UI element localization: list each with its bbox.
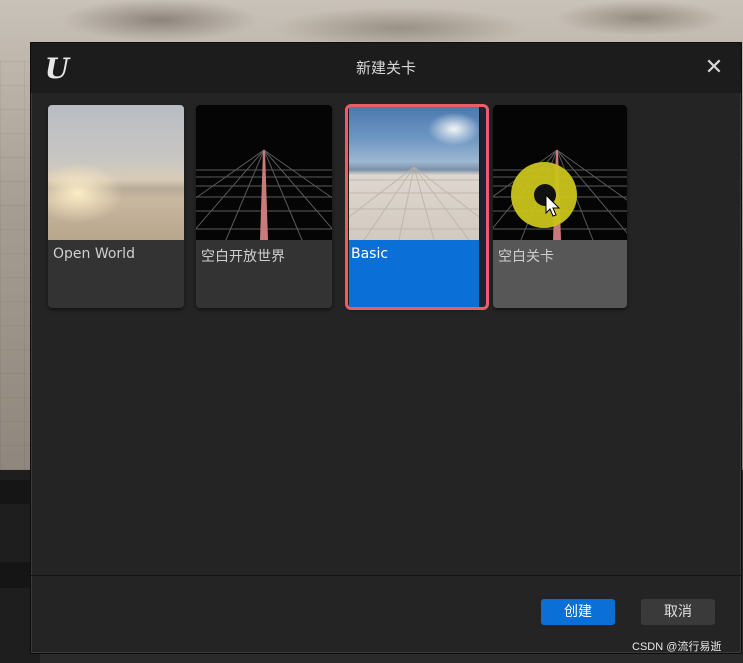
- template-tile-blank-open-world[interactable]: 空白开放世界: [196, 105, 332, 308]
- template-tile-open-world[interactable]: Open World: [48, 105, 184, 308]
- selection-highlight-outline: [345, 104, 489, 310]
- template-label: Open World: [53, 246, 135, 262]
- template-label: 空白开放世界: [201, 249, 285, 265]
- dialog-titlebar: U 新建关卡 ✕: [31, 43, 741, 93]
- new-level-dialog: U 新建关卡 ✕ Open World 空白开放世界 Basic 空白关卡 创建…: [30, 42, 742, 654]
- template-label: 空白关卡: [498, 249, 554, 265]
- close-button[interactable]: ✕: [701, 55, 727, 81]
- grid-floor-graphic: [196, 149, 332, 240]
- cancel-button[interactable]: 取消: [641, 599, 715, 625]
- template-thumbnail-grid: [196, 105, 332, 240]
- mouse-pointer-icon: [545, 194, 561, 217]
- template-thumbnail-open-world: [48, 105, 184, 240]
- watermark-text: CSDN @流行易逝: [632, 641, 722, 653]
- close-icon: ✕: [704, 55, 724, 80]
- dialog-title: 新建关卡: [355, 59, 416, 77]
- create-button[interactable]: 创建: [541, 599, 615, 625]
- footer-divider: [31, 575, 741, 576]
